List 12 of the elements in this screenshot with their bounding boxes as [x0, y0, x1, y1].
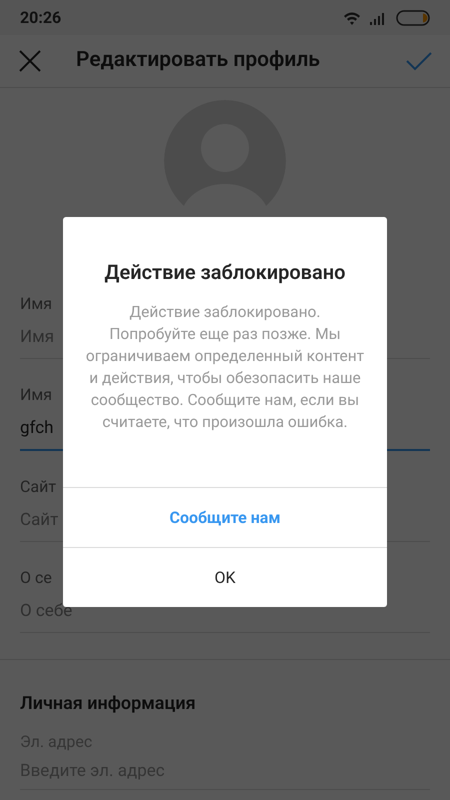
dialog-button[interactable]: Сообщите нам [63, 487, 387, 547]
wifi-icon [342, 10, 362, 26]
header-title: Редактировать профиль [76, 47, 321, 74]
close-icon[interactable] [18, 49, 42, 73]
dialog-button[interactable]: OK [63, 547, 387, 607]
dialog-title: Действие заблокировано [104, 259, 346, 286]
section-title: Личная информация [20, 692, 197, 716]
check-icon[interactable] [406, 51, 432, 71]
status-time: 20:26 [20, 6, 62, 28]
battery-icon [396, 10, 430, 26]
dialog-message: Действие заблокировано. Попробуйте еще раз позже. Мы ограничиваем определенный контент и действия, чтобы обезопасить наше сообщество. Сообщите нам, если вы считаете, что произошла ошибка. [85, 302, 365, 433]
field-value: gfch [20, 417, 54, 440]
